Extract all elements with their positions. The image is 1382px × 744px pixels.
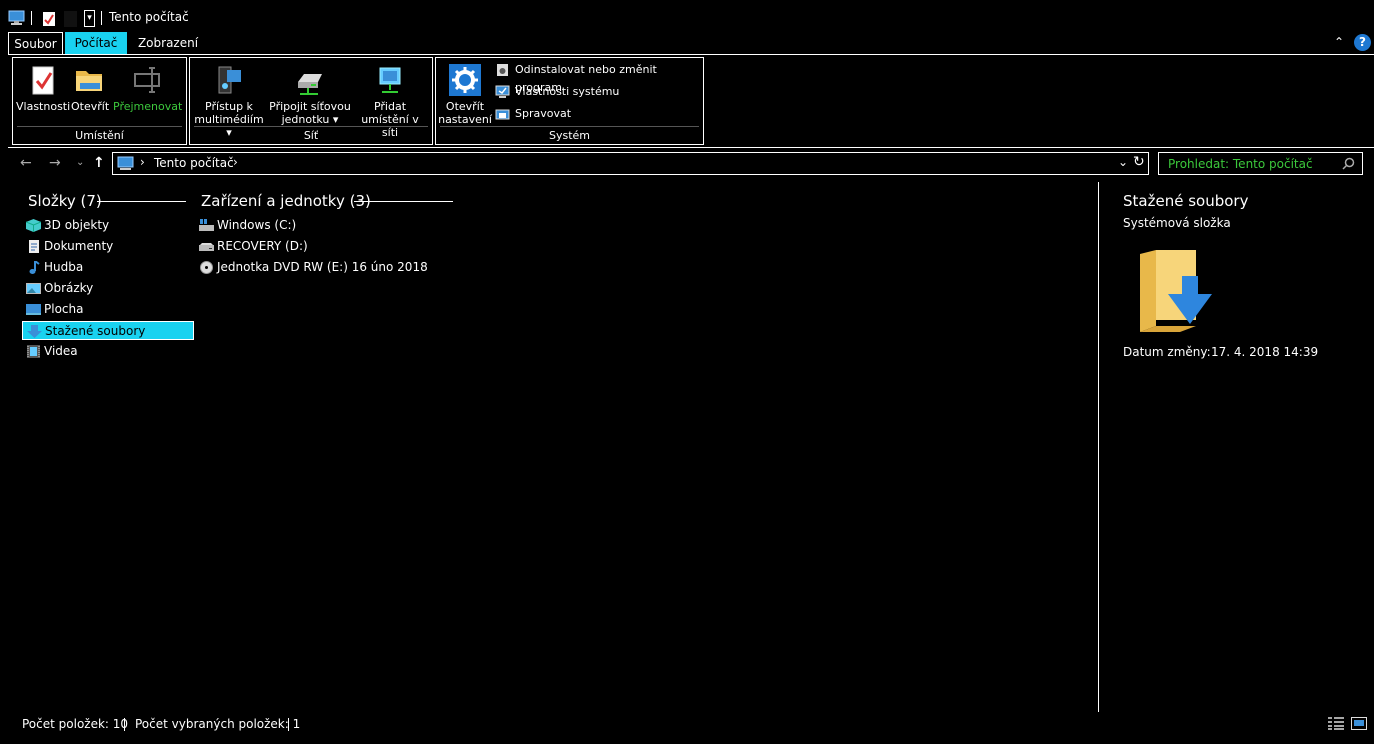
address-history-chevron-icon[interactable]: ⌄ (1118, 155, 1128, 169)
dvd-icon (200, 261, 213, 274)
manage-button[interactable]: Spravovat (495, 105, 571, 123)
downloads-folder-large-icon (1140, 250, 1212, 332)
recent-locations-chevron-icon[interactable]: ⌄ (76, 157, 84, 168)
videos-icon (27, 345, 40, 358)
map-network-drive-button[interactable]: Připojit síťovou jednotku ▾ (268, 64, 352, 126)
details-date-label: Datum změny: (1123, 345, 1211, 359)
title-bar: ▾ Tento počítač (0, 0, 1374, 32)
search-placeholder: Prohledat: Tento počítač (1168, 157, 1313, 171)
list-item-selected[interactable]: Stažené soubory (22, 321, 194, 340)
ribbon-group-network: Přístup k multimédiím ▾ Připojit síťovou j… (189, 57, 433, 145)
music-icon (29, 261, 40, 274)
breadcrumb-separator-icon[interactable]: › (140, 155, 145, 169)
list-item[interactable]: Windows (C:) (195, 216, 455, 235)
computer-management-icon (495, 109, 510, 120)
collapse-ribbon-icon[interactable]: ⌃ (1334, 35, 1344, 49)
group-label-location: Umístění (75, 129, 124, 142)
window-right-edge (1374, 0, 1382, 744)
help-icon[interactable]: ? (1354, 34, 1371, 51)
uninstall-icon (497, 64, 508, 76)
status-bar: Počet položek: 10 Počet vybraných polože… (8, 712, 1374, 744)
search-icon[interactable] (1342, 157, 1355, 170)
system-properties-button[interactable]: Vlastnosti systému (495, 83, 619, 101)
list-item[interactable]: 3D objekty (22, 216, 194, 235)
up-arrow-icon[interactable]: ↑ (93, 155, 105, 171)
large-icons-view-icon[interactable] (1351, 717, 1367, 730)
tab-file[interactable]: Soubor (8, 32, 63, 54)
group-label-system: Systém (548, 129, 591, 142)
properties-icon (32, 66, 54, 95)
computer-icon (117, 156, 134, 170)
tab-computer[interactable]: Počítač (65, 32, 127, 54)
3d-objects-icon (26, 219, 41, 232)
windows-drive-icon (199, 219, 214, 231)
open-button[interactable]: Otevřít (71, 64, 109, 113)
desktop-icon (26, 304, 41, 315)
list-item[interactable]: Hudba (22, 258, 194, 277)
folders-heading[interactable]: Složky (7) (28, 192, 102, 210)
add-network-location-button[interactable]: Přidat umístění v síti (353, 64, 427, 139)
open-settings-button[interactable]: Otevřít nastavení (438, 64, 492, 126)
properties-icon[interactable] (42, 11, 56, 27)
ribbon-group-location: Vlastnosti Otevřít Přejmenovat Umístění (12, 57, 187, 145)
address-bar[interactable]: › Tento počítač › ⌄ ↻ (112, 152, 1149, 175)
documents-icon (29, 240, 39, 253)
list-item[interactable]: RECOVERY (D:) (195, 237, 455, 256)
list-item[interactable]: Jednotka DVD RW (E:) 16 úno 2018 (195, 258, 455, 277)
forward-arrow-icon[interactable]: → (49, 155, 61, 171)
details-type: Systémová složka (1123, 216, 1231, 230)
pictures-icon (26, 283, 41, 294)
customize-quick-access-button[interactable]: ▾ (84, 10, 95, 27)
window-title: Tento počítač (109, 10, 189, 24)
details-view-icon[interactable] (1328, 717, 1344, 730)
ribbon-group-system: Otevřít nastavení Odinstalovat nebo změni… (435, 57, 704, 145)
rename-icon (134, 67, 160, 93)
back-arrow-icon[interactable]: ← (20, 155, 32, 171)
system-properties-icon (495, 85, 510, 98)
downloads-icon (27, 325, 42, 338)
list-item[interactable]: Obrázky (22, 279, 194, 298)
tab-view[interactable]: Zobrazení (135, 32, 201, 54)
status-selected-count: Počet vybraných položek: 1 (135, 717, 301, 731)
list-item[interactable]: Plocha (22, 300, 194, 319)
search-input[interactable]: Prohledat: Tento počítač (1158, 152, 1363, 175)
list-item[interactable]: Videa (22, 342, 194, 361)
refresh-icon[interactable]: ↻ (1133, 154, 1145, 170)
uninstall-program-button[interactable]: Odinstalovat nebo změnit program (495, 61, 703, 94)
drive-icon (199, 243, 214, 251)
properties-button[interactable]: Vlastnosti (16, 64, 70, 113)
new-folder-icon[interactable] (64, 11, 77, 27)
drives-heading[interactable]: Zařízení a jednotky (3) (201, 192, 371, 210)
details-pane-divider[interactable] (1098, 182, 1099, 712)
computer-icon[interactable] (8, 10, 25, 25)
rename-button[interactable]: Přejmenovat (113, 64, 182, 113)
breadcrumb-separator-icon[interactable]: › (233, 155, 238, 169)
open-folder-icon (76, 71, 102, 91)
network-location-icon (379, 67, 401, 93)
network-drive-icon (298, 74, 322, 95)
settings-gear-icon (449, 64, 481, 96)
breadcrumb[interactable]: Tento počítač (154, 156, 234, 170)
media-access-button[interactable]: Přístup k multimédiím ▾ (192, 64, 266, 139)
list-item[interactable]: Dokumenty (22, 237, 194, 256)
status-item-count: Počet položek: 10 (22, 717, 129, 731)
media-server-icon (218, 66, 241, 94)
details-title: Stažené soubory (1123, 192, 1249, 210)
group-label-network: Síť (303, 129, 319, 142)
details-date-value: 17. 4. 2018 14:39 (1211, 345, 1319, 359)
